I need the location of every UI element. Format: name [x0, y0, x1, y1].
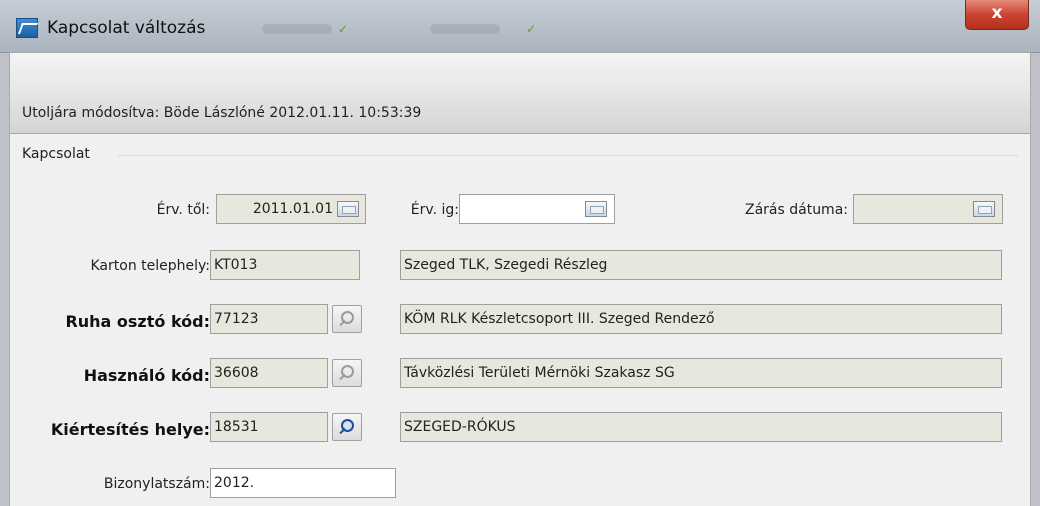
close-button[interactable]: x — [965, 0, 1029, 30]
calendar-icon[interactable] — [337, 201, 359, 217]
background-blur — [430, 24, 500, 34]
hasznalo-description: Távközlési Területi Mérnöki Szakasz SG — [400, 358, 1002, 388]
kiertesites-code[interactable]: 18531 — [210, 412, 328, 442]
background-blur — [262, 24, 332, 34]
ruha-oszto-code[interactable]: 77123 — [210, 304, 328, 334]
close-date-label: Zárás dátuma: — [744, 202, 848, 218]
calendar-icon[interactable] — [585, 201, 607, 217]
document-number-field[interactable]: 2012. — [210, 468, 396, 498]
ruha-oszto-label: Ruha osztó kód: — [65, 312, 210, 331]
hasznalo-search-button[interactable] — [332, 359, 362, 387]
karton-telephely-label: Karton telephely: — [90, 258, 211, 274]
group-divider — [118, 155, 1018, 156]
document-number-label: Bizonylatszám: — [103, 476, 210, 492]
background-check-icon: ✓ — [526, 22, 537, 36]
window-frame — [1031, 134, 1040, 506]
group-label: Kapcsolat — [22, 146, 90, 162]
title-bar[interactable]: Kapcsolat változás ✓ ✓ x — [0, 0, 1040, 53]
ruha-oszto-search-button[interactable] — [332, 305, 362, 333]
window-frame — [0, 134, 9, 506]
calendar-icon[interactable] — [973, 201, 995, 217]
window-title: Kapcsolat változás — [47, 18, 206, 38]
hasznalo-label: Használó kód: — [83, 366, 210, 385]
hasznalo-code[interactable]: 36608 — [210, 358, 328, 388]
karton-telephely-description: Szeged TLK, Szegedi Részleg — [400, 250, 1002, 280]
karton-telephely-code[interactable]: KT013 — [210, 250, 360, 280]
valid-to-label: Érv. ig: — [410, 202, 459, 218]
ruha-oszto-description: KÖM RLK Készletcsoport III. Szeged Rende… — [400, 304, 1002, 334]
kiertesites-search-button[interactable] — [332, 413, 362, 441]
background-check-icon: ✓ — [338, 22, 349, 36]
kiertesites-description: SZEGED-RÓKUS — [400, 412, 1002, 442]
app-window-icon — [16, 18, 38, 38]
dialog-window: Kapcsolat változás ✓ ✓ x Utoljára módosí… — [0, 0, 1040, 506]
form-body: Kapcsolat Érv. től: 2011.01.01 Érv. ig: … — [9, 134, 1031, 506]
kiertesites-label: Kiértesítés helye: — [50, 420, 210, 439]
last-modified-text: Utoljára módosítva: Böde Lászlóné 2012.0… — [22, 105, 422, 121]
valid-from-label: Érv. től: — [156, 202, 210, 218]
info-header: Utoljára módosítva: Böde Lászlóné 2012.0… — [9, 52, 1031, 134]
